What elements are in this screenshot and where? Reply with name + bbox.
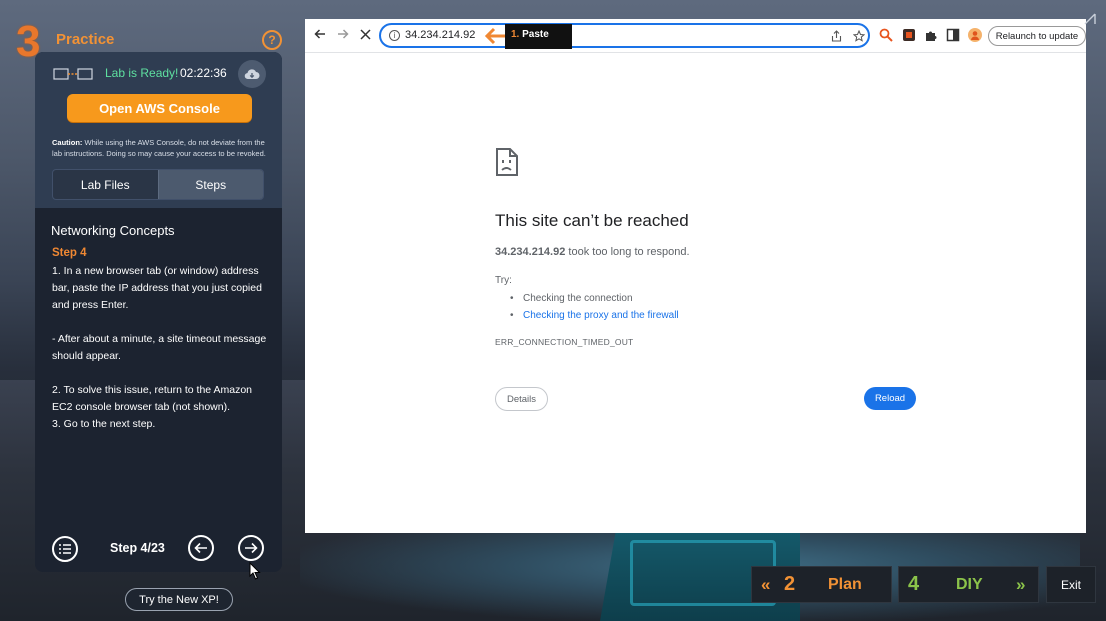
section-title: Networking Concepts (51, 223, 175, 238)
profile-avatar-icon[interactable] (968, 28, 982, 42)
share-icon[interactable] (831, 30, 842, 42)
annotation-arrow-icon (484, 27, 505, 45)
next-step-icon[interactable] (238, 535, 264, 561)
help-icon[interactable]: ? (262, 30, 282, 50)
connection-icon (53, 68, 93, 80)
module-title: Practice (56, 31, 115, 48)
address-bar[interactable]: i 34.234.214.92 1. Paste (379, 23, 870, 49)
exit-button[interactable]: Exit (1046, 566, 1096, 603)
reload-button[interactable]: Reload (864, 387, 916, 410)
instruction-line: 1. In a new browser tab (or window) addr… (52, 265, 262, 311)
paste-annotation: 1. Paste (505, 24, 572, 49)
annotation-label: Paste (519, 29, 549, 40)
tab-lab-files[interactable]: Lab Files (53, 170, 158, 199)
relaunch-to-update-button[interactable]: Relaunch to update (988, 26, 1086, 46)
caution-label: Caution: (52, 138, 83, 147)
stop-loading-icon[interactable] (357, 27, 373, 43)
lab-timer: 02:22:36 (180, 66, 227, 80)
puzzle-extensions-icon[interactable] (924, 28, 938, 42)
caution-note: Caution: While using the AWS Console, do… (52, 137, 272, 159)
suggestion-check-proxy-link[interactable]: Checking the proxy and the firewall (510, 310, 679, 321)
tab-steps[interactable]: Steps (157, 170, 263, 199)
step-heading: Step 4 (52, 247, 87, 259)
panel-footer: Step 4/23 (35, 530, 282, 570)
instruction-line: - After about a minute, a site timeout m… (52, 333, 267, 362)
lab-panel-header: Lab is Ready! 02:22:36 Open AWS Console … (35, 52, 282, 208)
error-host: 34.234.214.92 (495, 246, 566, 258)
error-code: ERR_CONNECTION_TIMED_OUT (495, 337, 634, 347)
try-label: Try: (495, 275, 512, 286)
error-title: This site can’t be reached (495, 211, 689, 230)
sad-document-icon (496, 148, 518, 176)
instruction-line (52, 314, 267, 331)
lab-panel: Lab is Ready! 02:22:36 Open AWS Console … (35, 52, 282, 572)
diy-label: DIY (956, 576, 983, 593)
step-counter: Step 4/23 (110, 541, 165, 555)
side-panel-icon[interactable] (946, 28, 960, 42)
diy-nav-button[interactable]: 4 DIY » (898, 566, 1039, 603)
previous-step-icon[interactable] (188, 535, 214, 561)
lab-status-row: Lab is Ready! 02:22:36 (53, 66, 268, 82)
open-aws-console-button[interactable]: Open AWS Console (67, 94, 252, 122)
search-icon[interactable] (879, 28, 893, 42)
site-info-icon[interactable]: i (389, 30, 400, 41)
back-arrow-icon[interactable] (312, 27, 328, 43)
plan-number: 2 (784, 573, 796, 595)
mouse-cursor-icon (249, 562, 261, 580)
bookmark-star-icon[interactable] (853, 30, 865, 42)
plan-label: Plan (828, 576, 862, 593)
suggestion-check-connection: Checking the connection (510, 293, 632, 304)
caution-text: While using the AWS Console, do not devi… (52, 138, 266, 158)
error-description-text: took too long to respond. (565, 246, 690, 258)
forward-arrow-icon[interactable] (335, 27, 351, 43)
step-instructions: 1. In a new browser tab (or window) addr… (52, 263, 267, 433)
try-new-xp-button[interactable]: Try the New XP! (125, 588, 233, 611)
browser-toolbar: i 34.234.214.92 1. Paste Relaunch to upd… (305, 19, 1086, 53)
error-description: 34.234.214.92 took too long to respond. (495, 246, 690, 258)
browser-window: i 34.234.214.92 1. Paste Relaunch to upd… (305, 19, 1086, 533)
lab-status: Lab is Ready! (105, 66, 179, 80)
instruction-line: 2. To solve this issue, return to the Am… (52, 384, 252, 413)
details-button[interactable]: Details (495, 387, 548, 411)
window-edge-marker-icon (1084, 13, 1096, 25)
diy-number: 4 (908, 573, 920, 595)
panel-tabs: Lab Files Steps (52, 169, 264, 200)
url-text[interactable]: 34.234.214.92 (405, 29, 475, 41)
chevrons-right-icon: » (1016, 575, 1026, 594)
instruction-line: 3. Go to the next step. (52, 418, 156, 430)
instruction-line (52, 365, 267, 382)
cloud-download-icon[interactable] (238, 60, 266, 88)
plan-nav-button[interactable]: « 2 Plan (751, 566, 892, 603)
chevrons-left-icon: « (761, 575, 771, 594)
step-list-icon[interactable] (52, 536, 78, 562)
extension-icon[interactable] (902, 28, 916, 42)
